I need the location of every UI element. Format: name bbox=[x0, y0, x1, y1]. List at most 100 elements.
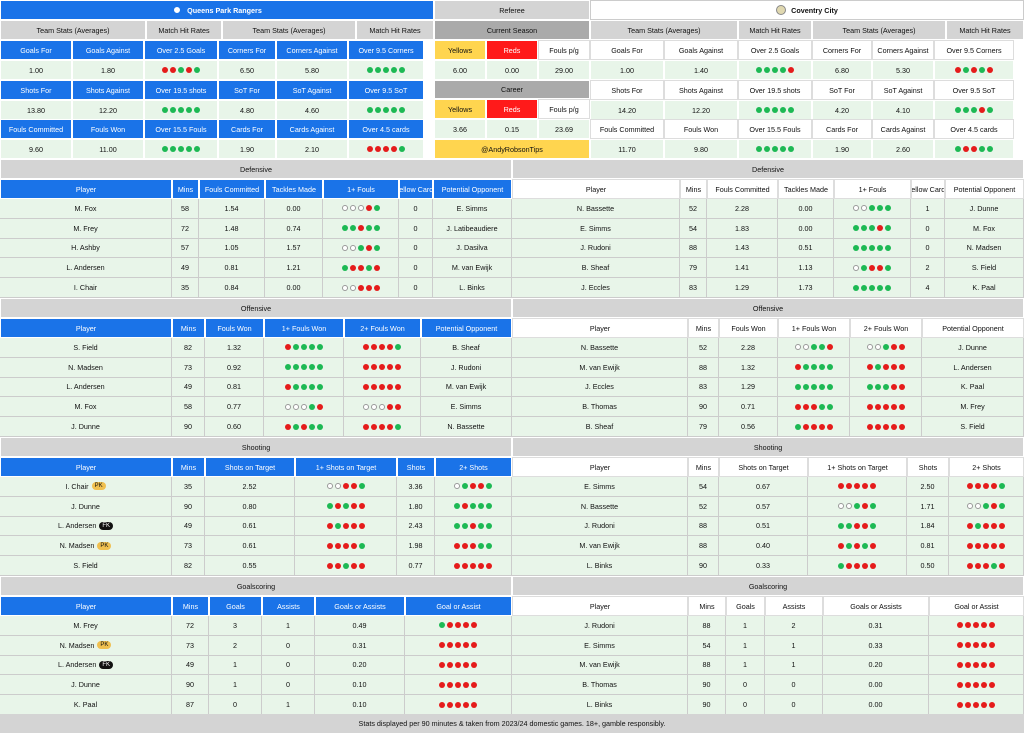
stat-value: K. Paal bbox=[945, 278, 1024, 298]
miss-dot bbox=[447, 661, 453, 668]
stat-value bbox=[934, 60, 1014, 80]
miss-dot bbox=[455, 622, 461, 629]
cell-text: I. Chair bbox=[65, 481, 89, 491]
cell-text: 0 bbox=[286, 680, 290, 690]
cell-text: 1.32 bbox=[741, 362, 755, 372]
miss-dot bbox=[838, 483, 844, 490]
stat-value: 0 bbox=[399, 218, 433, 239]
player-name: L. Andersen FK bbox=[0, 516, 172, 537]
stat-value: 0.50 bbox=[907, 556, 949, 576]
miss-dot bbox=[455, 701, 461, 708]
hit-dot bbox=[979, 67, 985, 73]
cell-text: 0.51 bbox=[756, 521, 770, 531]
hit-dot bbox=[462, 522, 468, 529]
hit-rate-cell bbox=[344, 397, 421, 418]
miss-dot bbox=[788, 67, 794, 73]
cell-text: Cards Against bbox=[289, 124, 335, 134]
hit-rate-cell bbox=[264, 417, 344, 437]
stat-label: SoT For bbox=[812, 80, 872, 100]
hit-dot bbox=[987, 107, 993, 113]
empty-dot bbox=[349, 284, 356, 291]
miss-dot bbox=[326, 542, 333, 549]
hit-dot bbox=[788, 107, 794, 113]
cell-text: Player bbox=[75, 601, 97, 611]
cell-text: 5.30 bbox=[896, 65, 910, 75]
miss-dot bbox=[870, 562, 876, 569]
hit-dot bbox=[866, 383, 873, 390]
stat-value: 1.84 bbox=[907, 516, 949, 537]
miss-dot bbox=[463, 701, 469, 708]
stat-value: 0 bbox=[262, 655, 315, 676]
cell-text: Yellows bbox=[447, 104, 473, 114]
miss-dot bbox=[963, 146, 969, 152]
stat-value: 14.20 bbox=[590, 100, 664, 120]
column-header: 1+ Fouls bbox=[323, 179, 399, 199]
hit-rate-cell bbox=[435, 556, 512, 576]
cell-text: Team Stats (Averages) bbox=[36, 25, 110, 35]
hit-rate-dots bbox=[341, 284, 380, 291]
hit-rate-dots bbox=[326, 562, 365, 569]
hit-dot bbox=[975, 522, 981, 529]
miss-dot bbox=[882, 423, 889, 430]
miss-dot bbox=[471, 681, 477, 688]
hit-dot bbox=[373, 225, 380, 232]
cell-text: 1.57 bbox=[286, 243, 301, 253]
cell-text: M. van Ewijk bbox=[451, 263, 493, 273]
hit-rate-dots bbox=[957, 701, 995, 708]
column-header: Mins bbox=[680, 179, 707, 199]
cell-text: Yellows bbox=[447, 45, 473, 55]
hit-rate-dots bbox=[341, 225, 380, 232]
stat-value: 49 bbox=[172, 377, 205, 398]
hit-rate-dots bbox=[284, 364, 323, 371]
miss-dot bbox=[810, 403, 817, 410]
cell-text: E. Simms bbox=[580, 223, 611, 233]
cell-text: J. Latibeaudiere bbox=[446, 223, 498, 233]
cell-text: 0.00 bbox=[868, 700, 883, 710]
stat-value: 0.84 bbox=[199, 278, 265, 298]
hit-rate-dots bbox=[967, 503, 1005, 510]
cell-text: Reds bbox=[503, 104, 521, 114]
cell-text: 0.74 bbox=[286, 223, 301, 233]
hit-dot bbox=[326, 503, 333, 510]
cell-text: M. Fox bbox=[74, 402, 97, 412]
miss-dot bbox=[866, 364, 873, 371]
cell-text: 58 bbox=[181, 203, 189, 213]
miss-dot bbox=[890, 403, 897, 410]
hit-rate-cell bbox=[323, 218, 399, 239]
player-name: J. Dunne bbox=[0, 496, 172, 517]
referee-stat-label: Reds bbox=[486, 40, 538, 60]
defensive-title: Defensive bbox=[0, 159, 512, 179]
hit-dot bbox=[316, 344, 323, 351]
stat-value: 1 bbox=[765, 635, 823, 656]
cell-text: Over 4.5 cards bbox=[950, 124, 998, 134]
cell-text: 2.28 bbox=[741, 342, 755, 352]
referee-stat-value: 0.15 bbox=[486, 119, 538, 139]
hit-rate-cell bbox=[323, 258, 399, 279]
hit-rate-dots bbox=[853, 225, 891, 232]
miss-dot bbox=[967, 542, 973, 549]
column-header: Tackles Made bbox=[265, 179, 323, 199]
cell-text: 0.33 bbox=[756, 561, 770, 571]
hit-rate-cell bbox=[295, 477, 397, 497]
column-header: Fouls Won bbox=[719, 318, 778, 338]
hit-dot bbox=[983, 503, 989, 510]
cell-text: 1+ Fouls bbox=[347, 184, 375, 194]
miss-dot bbox=[846, 483, 852, 490]
stat-value: 88 bbox=[688, 616, 726, 636]
cell-text: 1.80 bbox=[408, 501, 423, 511]
player-name: N. Madsen PK bbox=[0, 635, 172, 656]
cell-text: 29.00 bbox=[555, 65, 573, 75]
hit-rate-dots bbox=[967, 562, 1005, 569]
home-crest-icon bbox=[172, 5, 183, 15]
hit-rate-cell bbox=[808, 536, 907, 557]
stat-value: 0.20 bbox=[315, 655, 405, 676]
stat-value: 1.73 bbox=[778, 278, 834, 298]
empty-dot bbox=[794, 344, 801, 351]
cell-text: 88 bbox=[699, 541, 707, 551]
stat-value: 11.70 bbox=[590, 139, 664, 159]
cell-text: 58 bbox=[184, 402, 192, 412]
hit-dot bbox=[486, 483, 492, 490]
stat-value: 0 bbox=[726, 695, 765, 715]
cell-text: 90 bbox=[702, 700, 711, 710]
cell-text: K. Paal bbox=[960, 382, 985, 392]
